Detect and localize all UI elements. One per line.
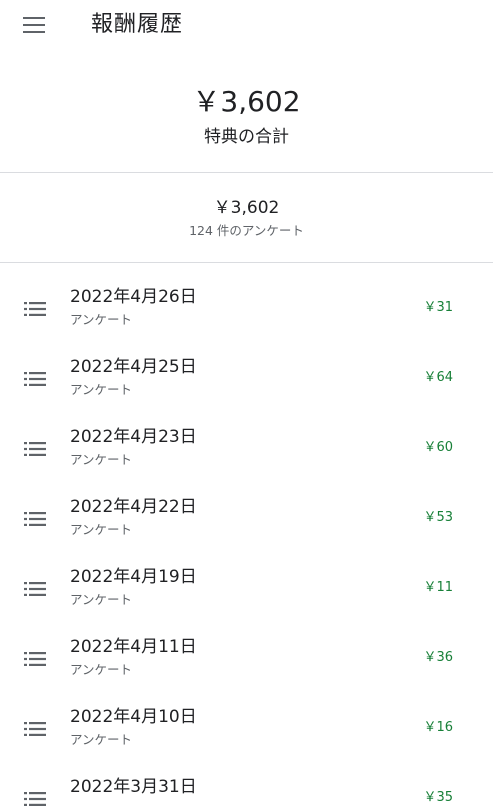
reward-amount: ￥36 — [423, 650, 453, 665]
reward-item[interactable]: 2022年4月22日 アンケート ￥53 — [0, 483, 493, 553]
page-title: 報酬履歴 — [91, 12, 184, 37]
reward-item[interactable]: 2022年4月11日 アンケート ￥36 — [0, 623, 493, 693]
reward-amount: ￥53 — [423, 510, 453, 525]
reward-amount: ￥64 — [423, 370, 453, 385]
reward-amount: ￥16 — [423, 720, 453, 735]
reward-item[interactable]: 2022年4月23日 アンケート ￥60 — [0, 413, 493, 483]
divider — [0, 262, 493, 263]
list-icon — [24, 512, 46, 526]
reward-item[interactable]: 2022年4月26日 アンケート ￥31 — [0, 273, 493, 343]
reward-type: アンケート — [70, 312, 133, 327]
reward-date: 2022年4月26日 — [70, 287, 197, 307]
reward-type: アンケート — [70, 522, 133, 537]
reward-date: 2022年4月25日 — [70, 357, 197, 377]
reward-amount: ￥35 — [423, 790, 453, 805]
reward-amount: ￥60 — [423, 440, 453, 455]
list-icon — [24, 792, 46, 806]
reward-date: 2022年4月19日 — [70, 567, 197, 587]
reward-history-list: 2022年4月26日 アンケート ￥31 2022年4月25日 アンケート ￥6… — [0, 273, 493, 807]
survey-count: 124 件のアンケート — [189, 223, 304, 238]
reward-item[interactable]: 2022年4月19日 アンケート ￥11 — [0, 553, 493, 623]
list-icon — [24, 372, 46, 386]
reward-amount: ￥31 — [423, 300, 453, 315]
total-label: 特典の合計 — [204, 127, 289, 147]
app-bar: 報酬履歴 — [0, 0, 493, 54]
reward-type: アンケート — [70, 732, 133, 747]
reward-amount: ￥11 — [423, 580, 453, 595]
survey-total-amount: ￥3,602 — [213, 198, 280, 218]
reward-type: アンケート — [70, 382, 133, 397]
list-icon — [24, 442, 46, 456]
list-icon — [24, 652, 46, 666]
reward-item[interactable]: 2022年4月10日 アンケート ￥16 — [0, 693, 493, 763]
reward-item[interactable]: 2022年4月25日 アンケート ￥64 — [0, 343, 493, 413]
reward-item[interactable]: 2022年3月31日 ￥35 — [0, 763, 493, 807]
reward-date: 2022年4月10日 — [70, 707, 197, 727]
reward-date: 2022年3月31日 — [70, 777, 197, 797]
reward-date: 2022年4月22日 — [70, 497, 197, 517]
list-icon — [24, 302, 46, 316]
reward-date: 2022年4月23日 — [70, 427, 197, 447]
reward-type: アンケート — [70, 592, 133, 607]
divider — [0, 172, 493, 173]
reward-date: 2022年4月11日 — [70, 637, 197, 657]
total-amount: ￥3,602 — [192, 85, 301, 118]
menu-icon[interactable] — [22, 14, 48, 36]
reward-type: アンケート — [70, 452, 133, 467]
list-icon — [24, 722, 46, 736]
reward-type: アンケート — [70, 662, 133, 677]
list-icon — [24, 582, 46, 596]
